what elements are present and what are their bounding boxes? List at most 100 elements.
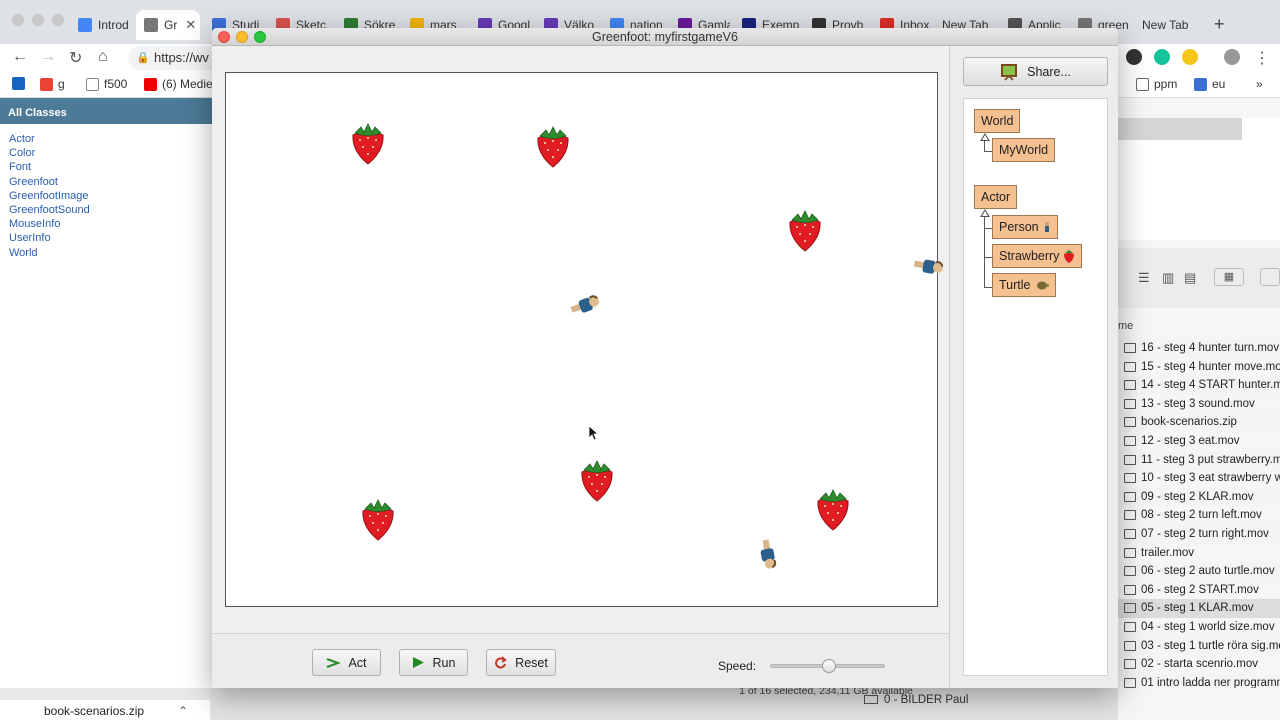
page-icon bbox=[86, 77, 99, 91]
class-strawberry[interactable]: Strawberry bbox=[992, 244, 1083, 268]
browser-tab[interactable]: New Tab bbox=[1134, 10, 1208, 40]
extension-glasses-icon[interactable] bbox=[1126, 49, 1142, 65]
chevron-up-icon[interactable]: ⌃ bbox=[178, 700, 188, 720]
person-actor[interactable] bbox=[909, 253, 946, 281]
finder-file-row[interactable]: 09 - steg 2 KLAR.mov bbox=[1118, 487, 1280, 507]
class-actor[interactable]: Actor bbox=[974, 185, 1018, 209]
menu-kebab-icon[interactable]: ⋮ bbox=[1254, 48, 1270, 68]
bookmarks-more[interactable]: » bbox=[1256, 77, 1263, 91]
tree-line bbox=[984, 257, 992, 258]
step-arrow-icon bbox=[327, 657, 341, 668]
share-icon[interactable] bbox=[1260, 268, 1280, 286]
finder-file-row[interactable]: 06 - steg 2 auto turtle.mov bbox=[1118, 562, 1280, 581]
gallery-view-icon[interactable]: ▤ bbox=[1184, 270, 1196, 286]
tab-label: New Tab bbox=[1142, 18, 1189, 32]
new-tab-button[interactable]: + bbox=[1214, 14, 1225, 35]
window-zoom-dot[interactable] bbox=[52, 14, 64, 26]
finder-column-header[interactable]: me bbox=[1118, 320, 1133, 332]
strawberry-actor[interactable] bbox=[815, 487, 851, 531]
finder-file-row[interactable]: 16 - steg 4 hunter turn.mov bbox=[1118, 339, 1280, 358]
list-view-icon[interactable]: ☰ bbox=[1138, 270, 1150, 286]
finder-file-row[interactable]: 02 - starta scenrio.mov bbox=[1118, 655, 1280, 674]
tree-line bbox=[984, 287, 992, 288]
strawberry-actor[interactable] bbox=[535, 124, 571, 168]
bookmark-square-icon[interactable] bbox=[12, 77, 25, 90]
tree-line bbox=[984, 216, 985, 287]
file-icon bbox=[1124, 435, 1136, 446]
person-actor[interactable] bbox=[565, 290, 604, 322]
strawberry-actor[interactable] bbox=[350, 121, 386, 165]
act-button[interactable]: Act bbox=[312, 649, 381, 676]
finder-file-row[interactable]: 14 - steg 4 START hunter.mov bbox=[1118, 376, 1280, 395]
finder-file-row[interactable]: 15 - steg 4 hunter move.mov bbox=[1118, 358, 1280, 377]
forward-icon[interactable]: → bbox=[40, 48, 56, 66]
finder-sidebar-area bbox=[1118, 118, 1280, 240]
file-icon bbox=[1124, 640, 1136, 651]
extension-grammarly-icon[interactable] bbox=[1154, 49, 1170, 65]
group-icon[interactable]: ▦ bbox=[1214, 268, 1244, 286]
javadoc-class-link[interactable]: GreenfootImage bbox=[0, 189, 212, 203]
strawberry-actor[interactable] bbox=[787, 208, 823, 252]
class-world[interactable]: World bbox=[974, 109, 1021, 133]
extension-check-icon[interactable] bbox=[1182, 49, 1198, 65]
bookmark-gmail[interactable]: g bbox=[40, 77, 65, 91]
person-actor[interactable] bbox=[753, 535, 781, 572]
finder-file-row[interactable]: 10 - steg 3 eat strawberry w bbox=[1118, 469, 1280, 488]
share-button[interactable]: Share... bbox=[963, 57, 1108, 86]
finder-file-row[interactable]: book-scenarios.zip bbox=[1118, 413, 1280, 432]
file-icon bbox=[1124, 361, 1136, 372]
file-name: 03 - steg 1 turtle röra sig.mov bbox=[1141, 639, 1280, 652]
back-icon[interactable]: ← bbox=[12, 48, 28, 66]
strawberry-actor[interactable] bbox=[579, 458, 615, 502]
finder-file-row[interactable]: 08 - steg 2 turn left.mov bbox=[1118, 506, 1280, 525]
bookmark-f500[interactable]: f500 bbox=[86, 77, 127, 91]
class-turtle[interactable]: Turtle bbox=[992, 273, 1056, 297]
finder-bottom-area bbox=[1118, 688, 1280, 720]
finder-toolbar: ☰ ▥ ▤ ▦ bbox=[1118, 248, 1280, 308]
file-icon bbox=[1124, 473, 1136, 484]
javadoc-class-link[interactable]: GreenfootSound bbox=[0, 203, 212, 217]
finder-file-row[interactable]: 12 - steg 3 eat.mov bbox=[1118, 432, 1280, 451]
javadoc-class-link[interactable]: Greenfoot bbox=[0, 175, 212, 189]
javadoc-class-link[interactable]: UserInfo bbox=[0, 231, 212, 245]
strawberry-actor[interactable] bbox=[360, 497, 396, 541]
finder-file-row[interactable]: 05 - steg 1 KLAR.mov bbox=[1118, 599, 1280, 618]
file-name: 06 - steg 2 START.mov bbox=[1141, 583, 1259, 596]
javadoc-class-link[interactable]: Actor bbox=[0, 132, 212, 146]
speed-slider[interactable] bbox=[770, 659, 885, 673]
finder-file-row[interactable]: 11 - steg 3 put strawberry.mov bbox=[1118, 450, 1280, 470]
column-view-icon[interactable]: ▥ bbox=[1162, 270, 1174, 286]
bookmark-ppm[interactable]: ppm bbox=[1136, 77, 1177, 91]
javadoc-class-link[interactable]: Font bbox=[0, 160, 212, 174]
home-icon[interactable]: ⌂ bbox=[98, 48, 108, 66]
class-person[interactable]: Person bbox=[992, 215, 1058, 239]
finder-file-row[interactable]: 13 - steg 3 sound.mov bbox=[1118, 395, 1280, 414]
tree-line bbox=[984, 228, 992, 229]
reset-button[interactable]: Reset bbox=[486, 649, 556, 676]
window-close-dot[interactable] bbox=[12, 14, 24, 26]
javadoc-class-link[interactable]: Color bbox=[0, 146, 212, 160]
finder-file-row[interactable]: 04 - steg 1 world size.mov bbox=[1118, 618, 1280, 637]
finder-file-row[interactable]: 07 - steg 2 turn right.mov bbox=[1118, 524, 1280, 544]
finder-file-row[interactable]: trailer.mov bbox=[1118, 544, 1280, 563]
bookmark-youtube[interactable]: (6) Medie bbox=[144, 77, 213, 91]
class-myworld[interactable]: MyWorld bbox=[992, 138, 1056, 162]
run-button[interactable]: Run bbox=[399, 649, 468, 676]
speed-slider-thumb[interactable] bbox=[821, 659, 836, 673]
browser-tab[interactable]: Introd bbox=[70, 10, 132, 40]
file-name: 04 - steg 1 world size.mov bbox=[1141, 620, 1275, 633]
download-item[interactable]: book-scenarios.zip ⌃ bbox=[0, 700, 210, 720]
javadoc-class-link[interactable]: World bbox=[0, 246, 212, 260]
world-canvas[interactable] bbox=[225, 72, 944, 607]
world-panel bbox=[212, 46, 950, 633]
window-minimize-dot[interactable] bbox=[32, 14, 44, 26]
profile-avatar[interactable] bbox=[1224, 49, 1240, 65]
finder-window: ☰ ▥ ▤ ▦ me 16 - steg 4 hunter turn.mov 15… bbox=[1118, 98, 1280, 693]
browser-tab[interactable]: Gr ✕ bbox=[136, 10, 200, 40]
finder-file-row[interactable]: 03 - steg 1 turtle röra sig.mov bbox=[1118, 636, 1280, 656]
tab-close-icon[interactable]: ✕ bbox=[185, 17, 196, 33]
reload-icon[interactable]: ↻ bbox=[69, 48, 82, 68]
bookmark-eu[interactable]: eu bbox=[1194, 77, 1225, 91]
finder-file-row[interactable]: 06 - steg 2 START.mov bbox=[1118, 581, 1280, 600]
javadoc-class-link[interactable]: MouseInfo bbox=[0, 217, 212, 231]
